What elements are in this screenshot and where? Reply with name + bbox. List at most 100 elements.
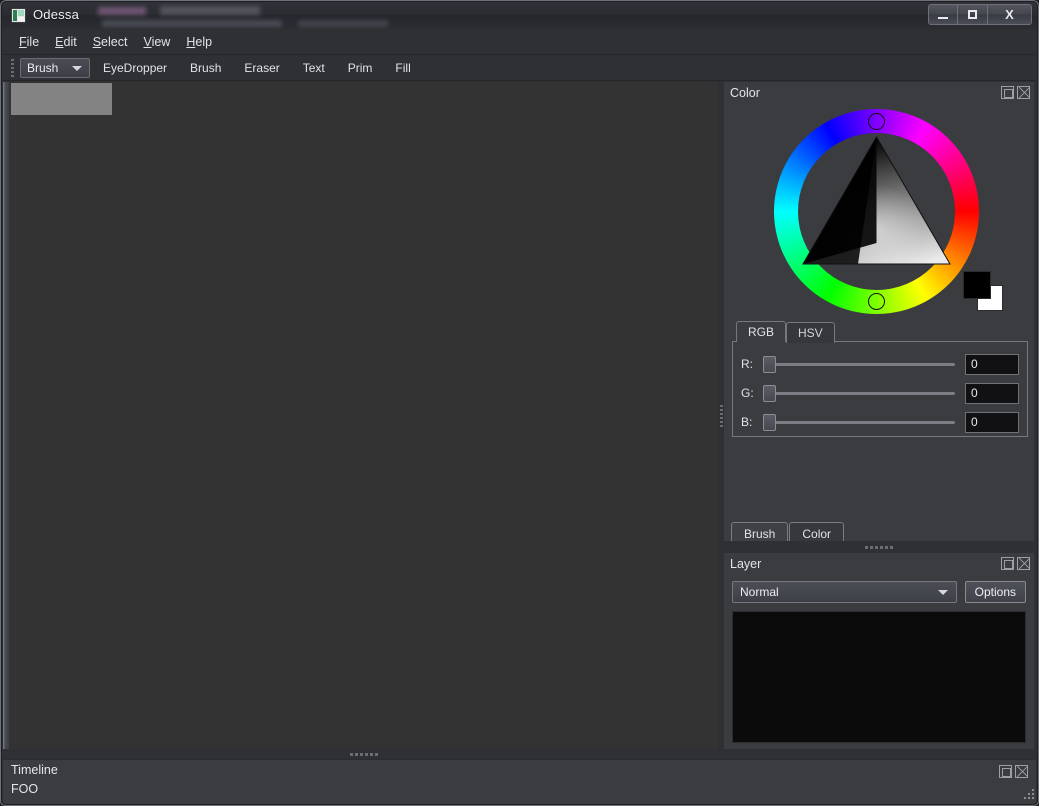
canvas-area[interactable]	[9, 82, 718, 749]
color-model-tabstrip: RGB HSV	[732, 320, 1028, 343]
timeline-panel-header-icons	[999, 765, 1028, 778]
canvas-document[interactable]	[11, 83, 112, 115]
minimize-icon	[938, 16, 948, 19]
color-panel: Color RGB HSV R: 0 G: 0 B: 0 Brush Color	[724, 82, 1038, 547]
maximize-icon	[968, 10, 977, 19]
float-panel-icon[interactable]	[999, 765, 1012, 778]
menu-item-file[interactable]: File	[15, 32, 51, 52]
color-wheel-container	[724, 104, 1034, 332]
hue-selector-secondary[interactable]	[868, 293, 885, 310]
slider-thumb-red[interactable]	[763, 355, 776, 373]
blend-mode-value: Normal	[740, 585, 779, 599]
spinner-red	[965, 353, 1038, 375]
title-bar-artifact	[98, 3, 398, 29]
dock-splitter[interactable]	[724, 541, 1034, 553]
tool-button-prim[interactable]: Prim	[338, 57, 383, 79]
timeline-panel: Timeline FOO	[3, 759, 1036, 804]
label-red: R:	[741, 357, 753, 371]
tool-button-text[interactable]: Text	[293, 57, 335, 79]
window-resize-grip-icon[interactable]	[1022, 789, 1036, 803]
slider-thumb-green[interactable]	[763, 384, 776, 402]
splitter-grip-icon	[349, 752, 378, 756]
slider-thumb-blue[interactable]	[763, 413, 776, 431]
spinner-green	[965, 382, 1038, 404]
menu-bar: File Edit Select View Help	[3, 29, 1036, 55]
menu-mnemonic: F	[19, 34, 27, 49]
input-red[interactable]	[966, 354, 1038, 374]
float-panel-icon[interactable]	[1001, 557, 1014, 570]
title-bar[interactable]: Odessa X	[2, 2, 1037, 29]
slider-green[interactable]	[763, 384, 955, 402]
input-blue[interactable]	[966, 412, 1038, 432]
menu-item-label: elp	[195, 34, 213, 49]
close-panel-icon[interactable]	[1017, 557, 1030, 570]
splitter-grip-icon	[719, 404, 723, 427]
tab-hsv[interactable]: HSV	[786, 322, 835, 343]
window-title: Odessa	[33, 7, 80, 22]
tool-button-brush[interactable]: Brush	[180, 57, 231, 79]
spinner-blue	[965, 411, 1038, 433]
hue-ring[interactable]	[774, 109, 979, 314]
menu-item-label: elect	[101, 34, 128, 49]
layer-list[interactable]	[732, 611, 1026, 743]
menu-mnemonic: S	[92, 34, 102, 49]
application-window: Odessa X File Edit Select View Help Brus…	[0, 0, 1039, 806]
chevron-down-icon	[937, 589, 948, 595]
menu-item-label: dit	[63, 34, 77, 49]
menu-mnemonic: E	[55, 34, 64, 49]
saturation-value-triangle[interactable]	[798, 133, 955, 290]
layer-panel-header: Layer	[724, 553, 1034, 575]
chevron-down-icon	[72, 65, 82, 71]
toolbar-drag-grip-icon[interactable]	[9, 59, 17, 78]
menu-mnemonic: V	[143, 34, 152, 49]
slider-blue[interactable]	[763, 413, 955, 431]
menu-item-label: iew	[151, 34, 171, 49]
color-swatches	[963, 271, 1005, 313]
layer-panel-title: Layer	[730, 557, 762, 571]
close-panel-icon[interactable]	[1015, 765, 1028, 778]
layer-panel: Layer Normal Options	[724, 553, 1034, 749]
splitter-grip-icon	[865, 545, 893, 549]
label-green: G:	[741, 386, 754, 400]
layer-panel-header-icons	[1001, 557, 1030, 570]
slider-row-green: G:	[741, 381, 1038, 405]
foreground-color-swatch[interactable]	[963, 271, 991, 299]
menu-item-select[interactable]: Select	[89, 32, 140, 52]
tab-rgb[interactable]: RGB	[736, 321, 787, 342]
tool-button-eyedropper[interactable]: EyeDropper	[93, 57, 177, 79]
menu-item-view[interactable]: View	[139, 32, 182, 52]
close-panel-icon[interactable]	[1017, 86, 1030, 99]
app-icon	[11, 8, 26, 23]
minimize-button[interactable]	[928, 4, 958, 25]
slider-red[interactable]	[763, 355, 955, 373]
color-panel-header: Color	[724, 82, 1034, 104]
label-blue: B:	[741, 415, 753, 429]
slider-row-blue: B:	[741, 410, 1038, 434]
close-button[interactable]: X	[988, 4, 1032, 25]
input-green[interactable]	[966, 383, 1038, 403]
menu-item-label: ile	[26, 34, 40, 49]
blend-mode-dropdown[interactable]: Normal	[732, 581, 957, 603]
tool-button-eraser[interactable]: Eraser	[234, 57, 289, 79]
slider-row-red: R:	[741, 352, 1038, 376]
menu-item-edit[interactable]: Edit	[51, 32, 89, 52]
tool-select-dropdown[interactable]: Brush	[20, 58, 90, 78]
timeline-panel-title: Timeline	[11, 763, 58, 777]
window-controls: X	[928, 4, 1032, 25]
hue-selector[interactable]	[868, 113, 885, 130]
horizontal-splitter[interactable]	[9, 749, 718, 759]
layer-options-button[interactable]: Options	[964, 581, 1026, 603]
menu-item-help[interactable]: Help	[182, 32, 224, 52]
maximize-button[interactable]	[958, 4, 988, 25]
float-panel-icon[interactable]	[1001, 86, 1014, 99]
tool-bar: Brush EyeDropper Brush Eraser Text Prim …	[3, 56, 1036, 81]
color-model-tabs: RGB HSV R: G:	[732, 320, 1038, 438]
color-panel-header-icons	[1001, 86, 1030, 99]
rgb-slider-group: R: G:	[732, 341, 1038, 437]
layer-panel-body: Normal Options	[732, 581, 1026, 743]
tool-button-fill[interactable]: Fill	[385, 57, 420, 79]
close-icon: X	[1005, 7, 1014, 22]
timeline-content-text: FOO	[11, 782, 39, 796]
tool-select-value: Brush	[27, 61, 59, 75]
layer-controls-row: Normal Options	[732, 581, 1026, 603]
